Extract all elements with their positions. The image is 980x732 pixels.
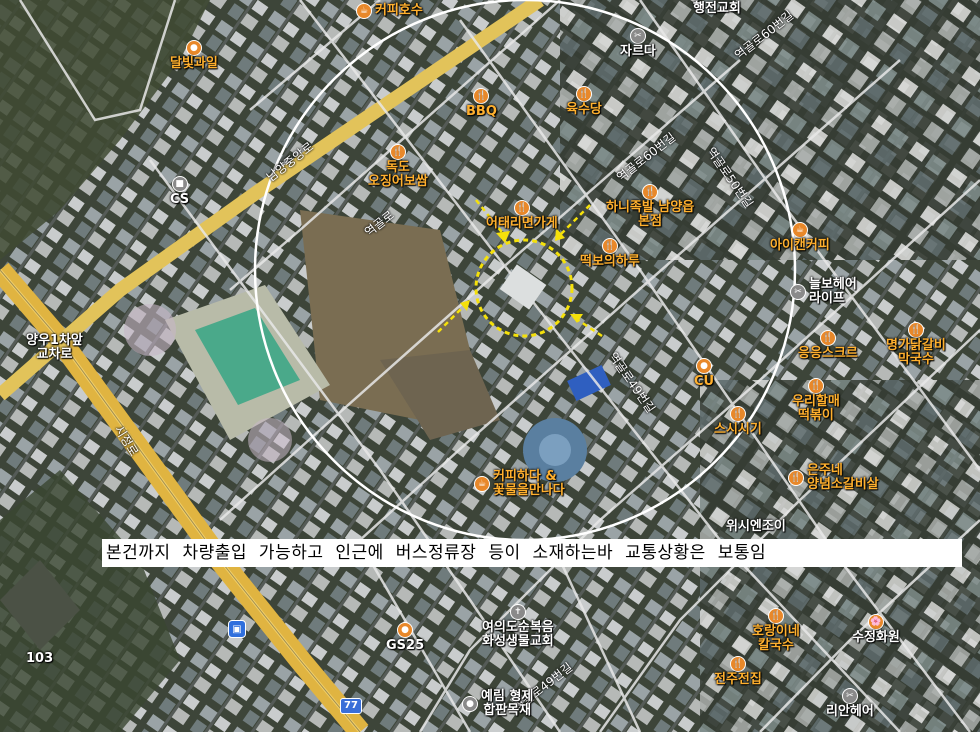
route-shield: 77 bbox=[340, 698, 362, 714]
poi-label: 103 bbox=[26, 651, 54, 666]
poi-label: 전주전집 bbox=[714, 672, 762, 687]
coffee-icon: ☕ bbox=[474, 476, 490, 492]
church-icon: ✝ bbox=[509, 604, 526, 620]
shop-icon: ✂ bbox=[841, 688, 858, 704]
shop-icon: ● bbox=[397, 622, 414, 638]
shop-icon: ✂ bbox=[790, 284, 806, 300]
food-icon: 🍴 bbox=[907, 322, 924, 338]
poi-jareuda[interactable]: ✂ 자르다 bbox=[620, 28, 656, 59]
poi-dokdo[interactable]: 🍴 독도 오징어보쌈 bbox=[368, 144, 428, 189]
poi-yerim[interactable]: ● 예림 형제 합판목재 bbox=[462, 690, 533, 718]
poi-yangu: 양우1차앞 교차로 bbox=[26, 334, 83, 362]
poi-label: 예림 형제 합판목재 bbox=[481, 689, 534, 718]
poi-ddeokbo[interactable]: 🍴 떡보의하루 bbox=[580, 238, 640, 269]
poi-label: 달빛과일 bbox=[170, 56, 218, 71]
poi-label: 우리할매 떡볶이 bbox=[792, 394, 840, 423]
poi-label: 늘보헤어 라이프 bbox=[809, 277, 857, 306]
poi-label: 자르다 bbox=[620, 44, 656, 59]
poi-jeonju[interactable]: 🍴 전주전집 bbox=[714, 656, 762, 687]
poi-label: 떡보의하루 bbox=[580, 254, 640, 269]
poi-eotaeri[interactable]: 🍴 어태리면가게 bbox=[486, 200, 558, 231]
poi-wishiyan: 위시엔조이 bbox=[726, 520, 786, 534]
food-icon: 🍴 bbox=[788, 470, 804, 486]
poi-label: 행전교회 bbox=[693, 1, 741, 16]
poi-sujeong[interactable]: 🌸 수정화원 bbox=[852, 614, 900, 645]
poi-yeoui[interactable]: ✝ 여의도순복음 화성생물교회 bbox=[482, 604, 554, 649]
poi-coffee-hada[interactable]: ☕ 커피하다 & 꽃물을만나다 bbox=[474, 470, 565, 498]
poi-susisigi[interactable]: 🍴 스시시기 bbox=[714, 406, 762, 437]
shop-icon: ● bbox=[462, 696, 478, 712]
satellite-map[interactable]: 남양중앙로 시정로 역골로 역골로60번길 역골로60번길 역골로50번길 역골… bbox=[0, 0, 980, 732]
food-icon: 🍴 bbox=[729, 406, 746, 422]
poi-label: 어태리면가게 bbox=[486, 216, 558, 231]
poi-label: 육수당 bbox=[566, 102, 602, 117]
poi-label: 응응스크르 bbox=[798, 346, 858, 361]
poi-label: 스시시기 bbox=[714, 422, 762, 437]
poi-eungeung[interactable]: 🍴 응응스크르 bbox=[798, 330, 858, 361]
poi-uri-halmae[interactable]: 🍴 우리할매 떡볶이 bbox=[792, 378, 840, 423]
poi-rian-hair[interactable]: ✂ 리안헤어 bbox=[826, 688, 874, 719]
poi-label: 위시엔조이 bbox=[726, 519, 786, 534]
food-icon: 🍴 bbox=[819, 330, 836, 346]
poi-label: 하니족발 남양읍 본점 bbox=[606, 200, 695, 229]
poi-label: 커피하다 & 꽃물을만나다 bbox=[493, 469, 565, 498]
poi-gs25[interactable]: ● GS25 bbox=[386, 622, 424, 653]
food-icon: 🍴 bbox=[729, 656, 746, 672]
poi-label: 커피호수 bbox=[375, 3, 423, 18]
food-icon: 🍴 bbox=[575, 86, 592, 102]
poi-haengjeon-church[interactable]: 행전교회 bbox=[693, 2, 741, 16]
food-icon: 🍴 bbox=[807, 378, 824, 394]
poi-myeongga[interactable]: 🍴 명가닭갈비 막국수 bbox=[886, 322, 946, 367]
poi-coffee-hosu[interactable]: ☕ 커피호수 bbox=[356, 3, 423, 19]
poi-num103: 103 bbox=[26, 652, 53, 666]
poi-label: 독도 오징어보쌈 bbox=[368, 160, 428, 189]
poi-cu[interactable]: ● CU bbox=[694, 358, 714, 389]
shop-icon: ● bbox=[696, 358, 713, 374]
poi-label: 리안헤어 bbox=[826, 704, 874, 719]
poi-label: 명가닭갈비 막국수 bbox=[886, 338, 946, 367]
poi-horangine[interactable]: 🍴 호랑이네 칼국수 bbox=[752, 608, 800, 653]
poi-cs[interactable]: ■ CS bbox=[170, 176, 189, 207]
poi-label: 은주네 양념소갈비살 bbox=[807, 463, 879, 492]
food-icon: 🍴 bbox=[389, 144, 406, 160]
poi-label: CU bbox=[694, 374, 715, 389]
food-icon: 🌸 bbox=[867, 614, 884, 630]
scissors-icon: ✂ bbox=[629, 28, 646, 44]
poi-yuksudang[interactable]: 🍴 육수당 bbox=[566, 86, 602, 117]
food-icon: 🍴 bbox=[473, 88, 490, 104]
coffee-icon: ☕ bbox=[356, 3, 372, 19]
poi-eunjune[interactable]: 🍴 은주네 양념소갈비살 bbox=[788, 464, 879, 492]
food-icon: 🍴 bbox=[513, 200, 530, 216]
coffee-icon: ☕ bbox=[791, 222, 808, 238]
food-icon: 🍴 bbox=[767, 608, 784, 624]
shop-icon: ● bbox=[185, 40, 202, 56]
poi-label: 아이캔커피 bbox=[770, 238, 830, 253]
food-icon: 🍴 bbox=[601, 238, 618, 254]
poi-label: BBQ bbox=[466, 104, 497, 119]
shop-icon: ■ bbox=[171, 176, 188, 192]
poi-label: 양우1차앞 교차로 bbox=[26, 333, 83, 362]
poi-label: CS bbox=[170, 192, 190, 207]
bus-stop-icon[interactable]: ▣ bbox=[228, 620, 246, 638]
caption-text: 본건까지 차량출입 가능하고 인근에 버스정류장 등이 소재하는바 교통상황은 … bbox=[102, 539, 962, 567]
poi-dalbit-fruit[interactable]: ● 달빛과일 bbox=[170, 40, 218, 71]
poi-bbq[interactable]: 🍴 BBQ bbox=[466, 88, 497, 119]
food-icon: 🍴 bbox=[642, 184, 659, 200]
poi-neulbo-hair[interactable]: ✂ 늘보헤어 라이프 bbox=[790, 278, 857, 306]
poi-hanny-jokbal[interactable]: 🍴 하니족발 남양읍 본점 bbox=[606, 184, 694, 229]
poi-label: GS25 bbox=[386, 638, 425, 653]
poi-label: 수정화원 bbox=[852, 630, 900, 645]
poi-icancoffee[interactable]: ☕ 아이캔커피 bbox=[770, 222, 830, 253]
poi-label: 여의도순복음 화성생물교회 bbox=[482, 620, 554, 649]
poi-label: 호랑이네 칼국수 bbox=[752, 624, 800, 653]
